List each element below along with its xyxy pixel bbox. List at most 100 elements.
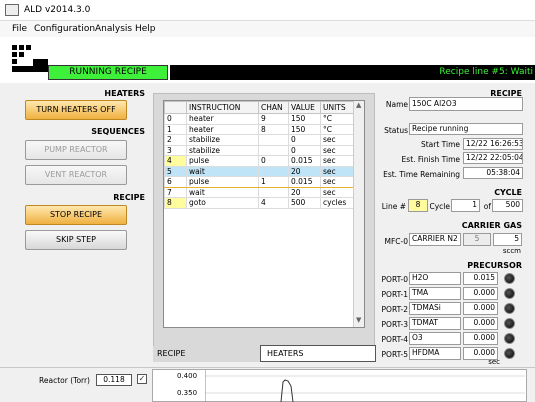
sccm-unit-label: sccm [502, 247, 521, 255]
table-row[interactable]: 8 goto 4 500 cycles [164, 197, 355, 209]
table-row-current[interactable]: 5 wait 20 sec [164, 165, 355, 177]
row-index: 5 [164, 165, 187, 177]
row-units: sec [320, 155, 355, 167]
table-row[interactable]: 3 stabilize 0 sec [164, 144, 355, 156]
row-chan: 1 [258, 176, 289, 188]
port-label: PORT-0 [381, 275, 408, 284]
port-pulse-value: 0.015 [463, 272, 498, 285]
port-label: PORT-1 [381, 290, 408, 299]
cycle-label: Cycle [429, 202, 451, 211]
menu-configuration[interactable]: Configuration [34, 24, 95, 34]
row-instruction: goto [186, 197, 259, 209]
port-status-led-icon [504, 348, 515, 359]
port-precursor-name: H2O [409, 272, 461, 285]
port-label: PORT-4 [381, 335, 408, 344]
row-value: 20 [288, 165, 321, 177]
row-value: 150 [288, 113, 321, 125]
pressure-graph: 0.400 0.350 [152, 369, 527, 402]
row-instruction: stabilize [186, 144, 259, 156]
y-tick-label: 0.350 [177, 389, 198, 397]
recipe-table[interactable]: INSTRUCTION CHAN VALUE UNITS 0 heater 9 150… [163, 100, 365, 328]
port-label: PORT-5 [381, 350, 408, 359]
recipe-section-label: RECIPE [113, 193, 145, 202]
time-remaining-label: Est. Time Remaining [383, 170, 460, 179]
menu-analysis[interactable]: Analysis [95, 24, 132, 34]
turn-heaters-off-button[interactable]: TURN HEATERS OFF [25, 100, 127, 120]
row-instruction: wait [186, 165, 259, 177]
recipe-name-field: 150C Al2O3 [409, 97, 523, 111]
row-instruction: stabilize [186, 134, 259, 146]
row-index: 4 [164, 155, 187, 167]
menu-file[interactable]: File [12, 24, 27, 34]
row-chan [258, 186, 289, 198]
menu-help[interactable]: Help [135, 24, 156, 34]
row-value: 0 [288, 134, 321, 146]
row-index: 7 [164, 186, 187, 198]
vent-reactor-button[interactable]: VENT REACTOR [25, 165, 127, 185]
reactor-pressure-label: Reactor (Torr) [39, 376, 90, 385]
row-units: sec [320, 144, 355, 156]
carrier-setpoint-field[interactable]: 5 [463, 233, 491, 246]
row-index: 2 [164, 134, 187, 146]
col-chan-header: CHAN [258, 101, 289, 114]
row-index: 6 [164, 176, 187, 188]
scroll-down-icon[interactable]: ▼ [356, 316, 361, 324]
pressure-plot-area [205, 370, 525, 402]
running-status-indicator: RUNNING RECIPE [48, 65, 168, 80]
row-units: sec [320, 134, 355, 146]
row-chan [258, 134, 289, 146]
row-chan: 4 [258, 197, 289, 209]
row-value: 500 [288, 197, 321, 209]
mfc-label: MFC-0 [384, 237, 409, 246]
table-row[interactable]: 0 heater 9 150 °C [164, 113, 355, 125]
table-row[interactable]: 4 pulse 0 0.015 sec [164, 155, 355, 167]
table-row-selected[interactable]: 6 pulse 1 0.015 sec [164, 176, 355, 188]
of-label: of [483, 202, 491, 211]
reactor-pressure-field: 0.118 [96, 374, 132, 386]
skip-step-button[interactable]: SKIP STEP [25, 230, 127, 250]
tab-heaters[interactable]: HEATERS [260, 345, 376, 362]
port-label: PORT-2 [381, 305, 408, 314]
start-time-field: 12/22 16:26:53 [463, 138, 523, 150]
port-status-led-icon [504, 303, 515, 314]
precursor-unit-label: sec [488, 358, 500, 366]
row-value: 150 [288, 123, 321, 135]
port-pulse-value: 0.000 [463, 317, 498, 330]
table-row[interactable]: 7 wait 20 sec [164, 186, 355, 198]
tab-recipe[interactable]: RECIPE [153, 346, 260, 362]
scroll-up-icon[interactable]: ▲ [356, 101, 361, 109]
est-finish-label: Est. Finish Time [401, 155, 460, 164]
table-row[interactable]: 1 heater 8 150 °C [164, 123, 355, 135]
col-value-header: VALUE [288, 101, 321, 114]
line-number-label: Line # [381, 202, 406, 211]
stop-recipe-button[interactable]: STOP RECIPE [25, 205, 127, 225]
row-units: sec [320, 186, 355, 198]
col-units-header: UNITS [320, 101, 355, 114]
precursor-section-label: PRECURSOR [467, 261, 522, 270]
port-precursor-name: TDMAT [409, 317, 461, 330]
port-precursor-name: O3 [409, 332, 461, 345]
name-label: Name [385, 100, 408, 109]
start-time-label: Start Time [420, 140, 460, 149]
est-finish-field: 12/22 22:05:04 [463, 152, 523, 164]
row-instruction: wait [186, 186, 259, 198]
row-instruction: pulse [186, 155, 259, 167]
col-instruction-header: INSTRUCTION [186, 101, 259, 114]
window-title: ALD v2014.3.0 [24, 5, 91, 15]
pump-reactor-button[interactable]: PUMP REACTOR [25, 140, 127, 160]
total-cycles-field: 500 [492, 199, 523, 212]
row-index: 1 [164, 123, 187, 135]
table-row[interactable]: 2 stabilize 0 sec [164, 134, 355, 146]
line-number-field: 8 [408, 199, 428, 212]
port-label: PORT-3 [381, 320, 408, 329]
status-label: Status [384, 126, 408, 135]
port-pulse-value: 0.000 [463, 287, 498, 300]
row-units: cycles [320, 197, 355, 209]
carrier-flow-field: 5 [493, 233, 522, 246]
port-pulse-value: 0.000 [463, 302, 498, 315]
plot-enable-checkbox[interactable]: ✓ [137, 374, 147, 384]
table-scrollbar[interactable]: ▲ ▼ [353, 101, 364, 327]
row-units: °C [320, 123, 355, 135]
app-icon [5, 4, 19, 16]
menu-bar: File Configuration Analysis Help [0, 21, 535, 37]
